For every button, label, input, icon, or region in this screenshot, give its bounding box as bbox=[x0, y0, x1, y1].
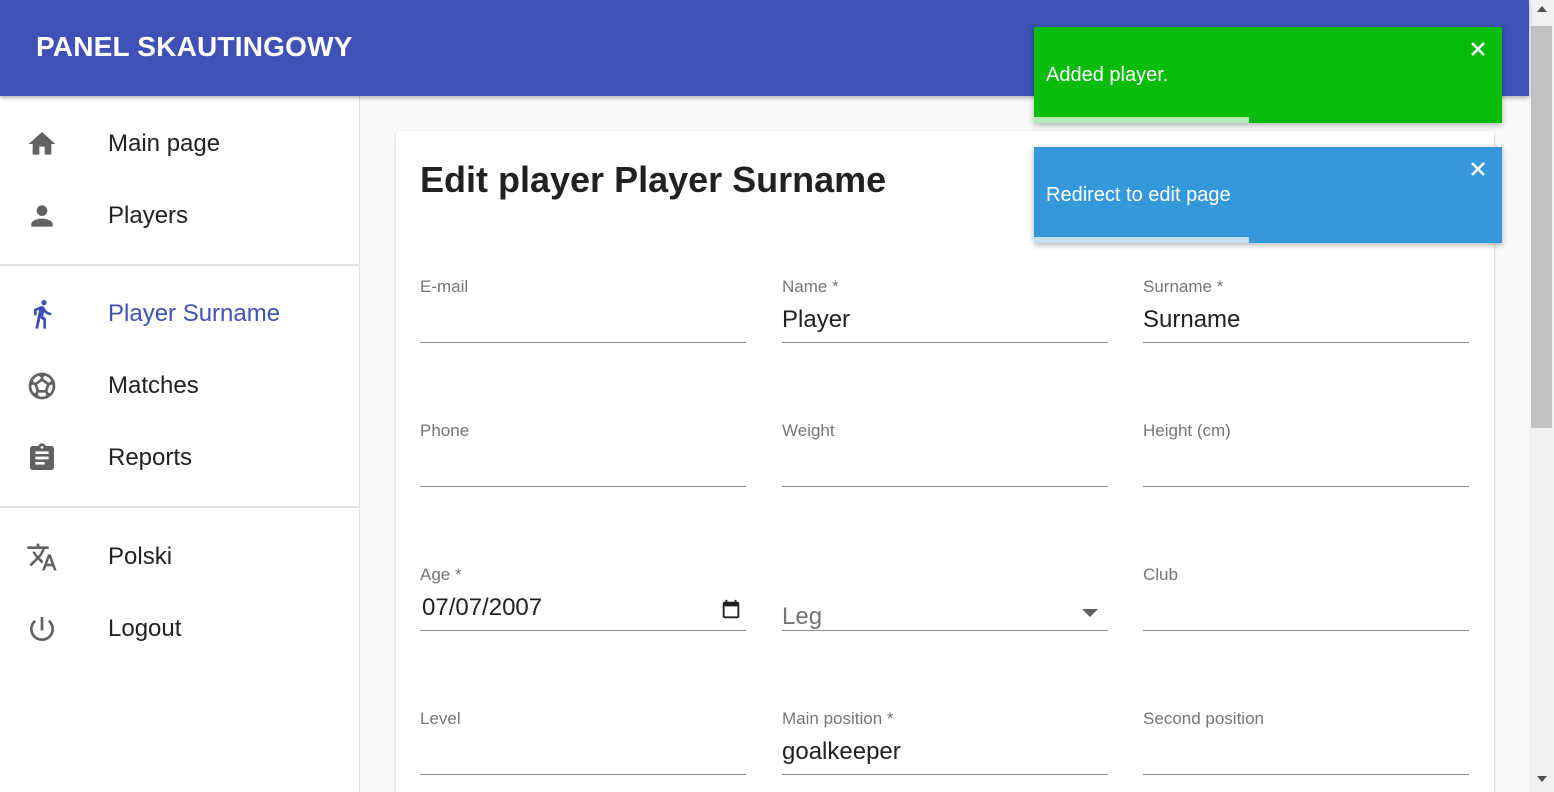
toast-success[interactable]: Added player. bbox=[1034, 27, 1502, 123]
toast-progress-bar bbox=[1034, 237, 1250, 243]
surname-field: Surname * bbox=[1143, 277, 1469, 357]
page-title: Edit player Player Surname bbox=[420, 159, 887, 200]
power-icon bbox=[26, 613, 58, 645]
toast-message: Added player. bbox=[1046, 64, 1169, 86]
email-label: E-mail bbox=[420, 277, 469, 296]
scroll-down-arrow-icon[interactable] bbox=[1537, 776, 1547, 782]
clipboard-icon bbox=[26, 442, 58, 474]
sidebar: Main page Players Player Surname Matches… bbox=[0, 96, 360, 792]
email-field: E-mail bbox=[420, 277, 746, 357]
chevron-down-icon bbox=[1082, 609, 1098, 617]
age-label: Age * bbox=[420, 565, 462, 584]
second-position-label: Second position bbox=[1143, 709, 1264, 728]
scrollbar[interactable] bbox=[1529, 0, 1554, 792]
scroll-up-arrow-icon[interactable] bbox=[1537, 6, 1547, 12]
leg-placeholder: Leg bbox=[782, 603, 823, 630]
name-label: Name * bbox=[782, 277, 839, 296]
toast-progress-bar bbox=[1034, 117, 1250, 123]
height-input[interactable] bbox=[1143, 447, 1469, 487]
person-icon bbox=[26, 200, 58, 232]
name-field: Name * bbox=[782, 277, 1108, 357]
weight-label: Weight bbox=[782, 421, 835, 440]
level-label: Level bbox=[420, 709, 461, 728]
email-input[interactable] bbox=[420, 303, 746, 343]
level-input[interactable] bbox=[420, 735, 746, 775]
close-icon[interactable] bbox=[1468, 39, 1488, 59]
height-field: Height (cm) bbox=[1143, 421, 1469, 501]
sidebar-item-label: Logout bbox=[108, 615, 182, 642]
app-title: PANEL SKAUTINGOWY bbox=[36, 31, 353, 62]
phone-input[interactable] bbox=[420, 447, 746, 487]
sidebar-item-label: Players bbox=[108, 202, 189, 229]
sidebar-item-label: Player Surname bbox=[108, 300, 281, 327]
height-label: Height (cm) bbox=[1143, 421, 1231, 440]
surname-input[interactable] bbox=[1143, 303, 1469, 343]
leg-select-box[interactable] bbox=[782, 591, 1108, 631]
sidebar-item-matches[interactable]: Matches bbox=[0, 356, 359, 416]
sidebar-item-label: Main page bbox=[108, 130, 221, 157]
age-input[interactable] bbox=[420, 591, 746, 631]
main-position-input[interactable] bbox=[782, 735, 1108, 775]
scrollbar-thumb[interactable] bbox=[1531, 26, 1552, 428]
sidebar-item-logout[interactable]: Logout bbox=[0, 599, 359, 659]
second-position-field: Second position bbox=[1143, 709, 1469, 789]
sidebar-divider bbox=[0, 264, 359, 266]
calendar-icon[interactable] bbox=[720, 599, 742, 621]
toast-info[interactable]: Redirect to edit page bbox=[1034, 147, 1502, 243]
name-input[interactable] bbox=[782, 303, 1108, 343]
close-icon[interactable] bbox=[1468, 159, 1488, 179]
sidebar-item-players[interactable]: Players bbox=[0, 186, 359, 246]
second-position-input[interactable] bbox=[1143, 735, 1469, 775]
main-position-field: Main position * bbox=[782, 709, 1108, 789]
sidebar-item-label: Matches bbox=[108, 372, 199, 399]
main-position-label: Main position * bbox=[782, 709, 894, 728]
sidebar-item-reports[interactable]: Reports bbox=[0, 428, 359, 488]
surname-label: Surname * bbox=[1143, 277, 1224, 296]
sidebar-divider bbox=[0, 506, 359, 508]
sidebar-item-language[interactable]: Polski bbox=[0, 527, 359, 587]
club-field: Club bbox=[1143, 565, 1469, 645]
level-field: Level bbox=[420, 709, 746, 789]
age-field: Age * bbox=[420, 565, 746, 645]
club-label: Club bbox=[1143, 565, 1178, 584]
phone-field: Phone bbox=[420, 421, 746, 501]
club-input[interactable] bbox=[1143, 591, 1469, 631]
sidebar-item-label: Polski bbox=[108, 543, 173, 570]
sidebar-item-player-surname[interactable]: Player Surname bbox=[0, 284, 359, 344]
soccer-ball-icon bbox=[26, 370, 58, 402]
sidebar-item-main-page[interactable]: Main page bbox=[0, 114, 359, 174]
weight-field: Weight bbox=[782, 421, 1108, 501]
phone-label: Phone bbox=[420, 421, 470, 440]
sidebar-item-label: Reports bbox=[108, 444, 193, 471]
weight-input[interactable] bbox=[782, 447, 1108, 487]
leg-select[interactable]: Leg bbox=[782, 565, 1108, 645]
home-icon bbox=[26, 128, 58, 160]
toast-message: Redirect to edit page bbox=[1046, 184, 1231, 206]
run-icon bbox=[26, 298, 58, 330]
translate-icon bbox=[26, 541, 58, 573]
